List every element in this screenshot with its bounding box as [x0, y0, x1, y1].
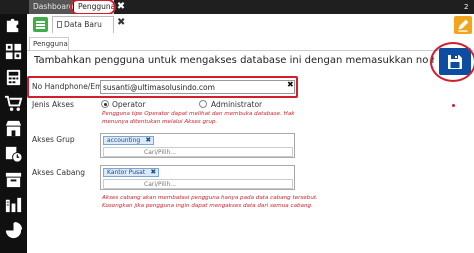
group-access-select[interactable]: accounting ✖: [100, 133, 295, 158]
pie-icon[interactable]: [4, 221, 23, 240]
chip-remove-icon[interactable]: ✖: [145, 137, 151, 144]
cart-icon[interactable]: [4, 94, 23, 113]
branch-access-select[interactable]: Kantor Pusat ✖: [100, 165, 295, 190]
store-icon[interactable]: [4, 119, 23, 138]
app-window: Dashboard Pengguna ✖ 2 Data Baru ✖ Pengg…: [0, 0, 474, 253]
radio-operator-label[interactable]: Operator: [112, 100, 146, 109]
group-chip: accounting ✖: [103, 136, 155, 145]
grid-icon[interactable]: [4, 42, 23, 61]
phone-email-input[interactable]: [100, 80, 295, 94]
calculator-icon[interactable]: [4, 68, 23, 87]
page-description: Tambahkan pengguna untuk mengakses datab…: [34, 55, 434, 66]
branch-access-help-line-2: Kosongkan jika pengguna ingin dapat meng…: [102, 202, 313, 209]
radio-operator[interactable]: [101, 100, 109, 108]
radio-administrator-label[interactable]: Administrator: [211, 100, 262, 109]
chip-remove-icon[interactable]: ✖: [150, 169, 156, 176]
access-type-help-line-1: Pengguna tipe Operator dapat melihat dan…: [102, 111, 295, 117]
branch-search-input[interactable]: [103, 179, 293, 189]
document-icon: [57, 21, 62, 28]
puzzle-icon[interactable]: [4, 15, 23, 34]
access-type-help: Pengguna tipe Operator dapat melihat dan…: [102, 111, 295, 126]
branch-chip-label: Kantor Pusat: [107, 169, 146, 176]
access-type-label: Jenis Akses: [32, 100, 74, 109]
group-search-input[interactable]: [103, 147, 293, 157]
branch-access-label: Akses Cabang: [32, 168, 85, 177]
chart-icon[interactable]: [4, 195, 23, 214]
tab-data-baru[interactable]: Data Baru: [52, 16, 114, 33]
group-access-label: Akses Grup: [32, 135, 75, 144]
annotation-circle-save: [430, 42, 474, 82]
notification-count[interactable]: 2: [464, 0, 468, 14]
close-inner-tab-icon[interactable]: ✖: [117, 17, 125, 28]
branch-chip: Kantor Pusat ✖: [103, 168, 160, 177]
close-tab-icon[interactable]: ✖: [115, 0, 127, 14]
clear-input-icon[interactable]: ✖: [287, 80, 294, 89]
clock-icon[interactable]: [4, 144, 23, 163]
branch-access-help-line-1: Akses cabang akan membatasi pengguna han…: [102, 195, 318, 201]
archive-icon[interactable]: [4, 170, 23, 189]
access-type-help-line-2: menunya ditentukan melalui Akses grup.: [102, 118, 218, 125]
branch-access-help: Akses cabang akan membatasi pengguna han…: [102, 195, 318, 210]
tab-dashboard[interactable]: Dashboard: [29, 0, 74, 14]
sidebar: [0, 14, 27, 253]
group-chip-label: accounting: [107, 137, 141, 144]
radio-administrator[interactable]: [199, 100, 207, 108]
tab-data-baru-label: Data Baru: [64, 20, 102, 29]
section-tab-pengguna[interactable]: Pengguna: [29, 37, 69, 50]
pencil-icon[interactable]: [454, 16, 472, 34]
menu-button[interactable]: [33, 17, 48, 32]
annotation-dot: [452, 104, 455, 107]
annotation-circle-tab: [70, 0, 116, 15]
